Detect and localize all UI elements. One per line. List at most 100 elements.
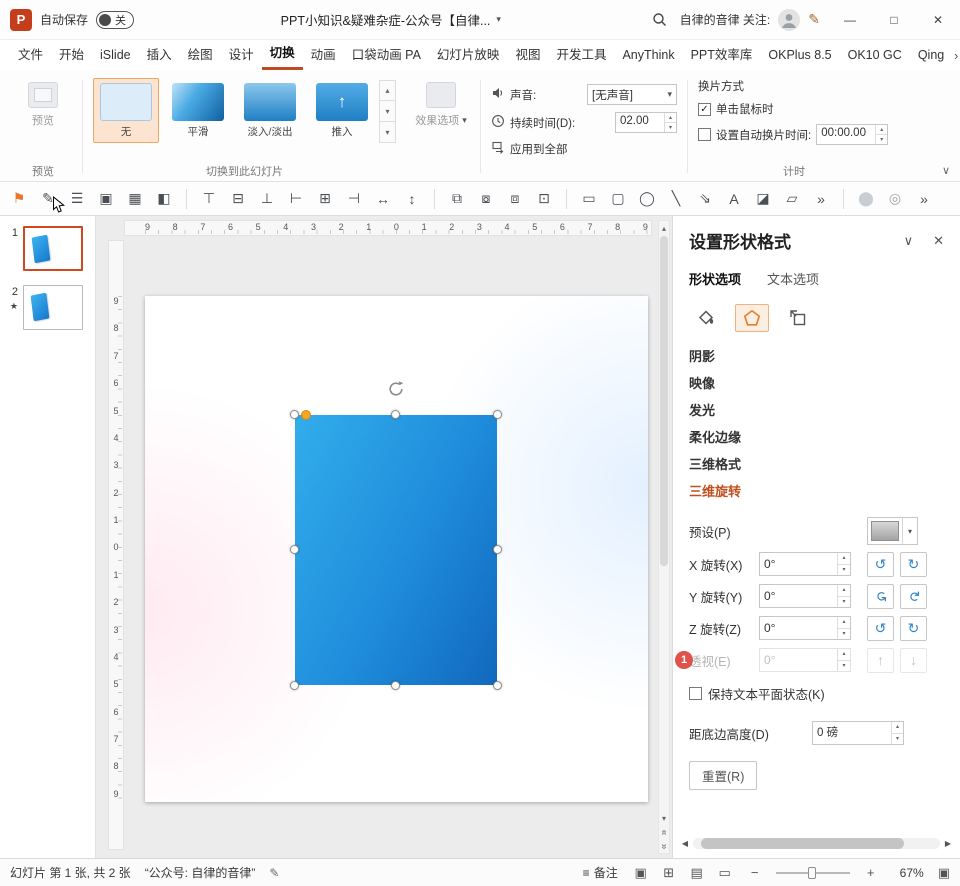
rotation-input-z[interactable]: 0° ▴ ▾ <box>759 616 851 640</box>
ribbon-tab-iSlide[interactable]: iSlide <box>92 40 139 70</box>
adjust-handle[interactable] <box>301 410 311 420</box>
zoom-out-button[interactable]: − <box>748 865 762 880</box>
panel-collapse-icon[interactable]: ∨ <box>904 233 914 249</box>
toolbar-align-left-icon[interactable]: ⊢ <box>285 187 307 211</box>
toolbar-shape-fill-icon[interactable]: ◪ <box>752 187 774 211</box>
panel-tab-文本选项[interactable]: 文本选项 <box>767 269 819 291</box>
spin-up-icon[interactable]: ▴ <box>838 553 850 565</box>
rotate-handle-icon[interactable] <box>386 379 406 399</box>
rotate-z-cw-icon[interactable]: ↻ <box>900 615 927 641</box>
rotation-input-y[interactable]: 0° ▴ ▾ <box>759 584 851 608</box>
ribbon-tab-AnyThink[interactable]: AnyThink <box>614 40 682 70</box>
spin-down-icon[interactable]: ▾ <box>892 734 903 745</box>
ribbon-tab-口袋动画 PA[interactable]: 口袋动画 PA <box>344 40 429 70</box>
resize-handle-bottom-middle[interactable] <box>391 681 400 690</box>
title-dropdown-icon[interactable]: ▾ <box>496 14 501 25</box>
effects-icon[interactable] <box>735 304 769 332</box>
resize-handle-middle-left[interactable] <box>290 545 299 554</box>
toolbar-more-styles-icon[interactable]: » <box>913 187 935 211</box>
spinner-arrows[interactable]: ▴ ▾ <box>891 722 903 744</box>
panel-section-映像[interactable]: 映像 <box>689 369 944 396</box>
ribbon-tab-切换[interactable]: 切换 <box>261 40 303 70</box>
spinner-arrows[interactable]: ▴ ▾ <box>837 585 850 607</box>
previous-slide-button[interactable]: « <box>659 825 670 839</box>
toolbar-shape-style-light-icon[interactable]: ⬤ <box>855 187 877 211</box>
keep-text-flat-label[interactable]: 保持文本平面状态(K) <box>708 684 825 703</box>
auto-advance-label[interactable]: 设置自动换片时间: <box>716 127 811 143</box>
slide-canvas[interactable] <box>145 296 648 802</box>
collapse-ribbon-icon[interactable]: ∨ <box>942 164 950 177</box>
account-text[interactable]: 自律的音律 关注: <box>680 11 771 28</box>
slide-thumbnail-2[interactable]: 2 ★ <box>6 285 89 330</box>
ribbon-tab-文件[interactable]: 文件 <box>10 40 51 70</box>
keep-text-flat-checkbox[interactable] <box>689 687 702 700</box>
toolbar-shape-style-ring-icon[interactable]: ◎ <box>884 187 906 211</box>
toolbar-placeholder-icon[interactable]: ▣ <box>95 187 117 211</box>
toolbar-shape-outline-icon[interactable]: ▱ <box>781 187 803 211</box>
search-icon[interactable] <box>648 8 672 32</box>
spin-up-icon[interactable]: ▴ <box>892 722 903 734</box>
slideshow-view-icon[interactable]: ▭ <box>716 865 734 881</box>
spin-down-icon[interactable]: ▾ <box>876 135 887 144</box>
gallery-scroll-down-icon[interactable]: ▾ <box>379 101 396 122</box>
toolbar-ellipse-icon[interactable]: ◯ <box>636 187 658 211</box>
preset-dropdown[interactable]: ▾ <box>867 517 918 545</box>
transition-option-none[interactable]: 无 <box>93 78 159 143</box>
resize-handle-middle-right[interactable] <box>493 545 502 554</box>
toolbar-rows-layout-icon[interactable]: ☰ <box>66 187 88 211</box>
sound-select[interactable]: [无声音] ▾ <box>587 84 677 105</box>
perspective-down-icon[interactable]: ↓ <box>900 647 927 673</box>
ribbon-tab-开发工具[interactable]: 开发工具 <box>548 40 614 70</box>
toolbar-line-icon[interactable]: ╲ <box>665 187 687 211</box>
spin-up-icon[interactable]: ▴ <box>665 113 676 123</box>
toolbar-bookmark-icon[interactable]: ⚑ <box>8 187 30 211</box>
spin-down-icon[interactable]: ▾ <box>838 565 850 576</box>
maximize-button[interactable]: □ <box>872 0 916 40</box>
ink-pen-icon[interactable]: ✎ <box>808 11 820 28</box>
powerpoint-logo-icon[interactable]: P <box>10 8 32 31</box>
spin-down-icon[interactable]: ▾ <box>838 629 850 640</box>
toolbar-rounded-rectangle-icon[interactable]: ▢ <box>607 187 629 211</box>
close-button[interactable]: ✕ <box>916 0 960 40</box>
spin-down-icon[interactable]: ▾ <box>838 661 850 672</box>
ribbon-tab-Qing[interactable]: Qing <box>910 40 952 70</box>
panel-section-柔化边缘[interactable]: 柔化边缘 <box>689 423 944 450</box>
resize-handle-top-right[interactable] <box>493 410 502 419</box>
rotation-input-perspective[interactable]: 0° ▴ ▾ <box>759 648 851 672</box>
zoom-in-button[interactable]: + <box>864 865 878 880</box>
zoom-slider[interactable] <box>775 866 850 880</box>
scroll-right-icon[interactable]: ▶ <box>942 839 954 848</box>
toolbar-ungroup-icon[interactable]: ⊡ <box>533 187 555 211</box>
resize-handle-top-middle[interactable] <box>391 410 400 419</box>
panel-close-icon[interactable]: ✕ <box>933 233 944 249</box>
rotate-x-right-icon[interactable]: ↻ <box>900 551 927 577</box>
toolbar-format-painter-icon[interactable]: ◧ <box>153 187 175 211</box>
duration-input[interactable]: 02.00 ▴ ▾ <box>615 112 677 133</box>
toolbar-bring-forward-icon[interactable]: ⧉ <box>446 187 468 211</box>
spin-down-icon[interactable]: ▾ <box>665 123 676 132</box>
ribbon-tab-设计[interactable]: 设计 <box>221 40 262 70</box>
scroll-left-icon[interactable]: ◀ <box>679 839 691 848</box>
ribbon-tab-PPT效率库[interactable]: PPT效率库 <box>683 40 761 70</box>
panel-section-三维旋转[interactable]: 三维旋转 <box>689 477 944 504</box>
ribbon-tab-绘图[interactable]: 绘图 <box>180 40 221 70</box>
more-tabs-chevron-icon[interactable]: › <box>952 40 960 70</box>
ribbon-tab-开始[interactable]: 开始 <box>51 40 92 70</box>
next-slide-button[interactable]: » <box>659 839 670 853</box>
gallery-scroll-up-icon[interactable]: ▴ <box>379 80 396 101</box>
autosave-toggle[interactable]: 关 <box>96 10 135 29</box>
slide-sorter-view-icon[interactable]: ⊞ <box>660 865 678 881</box>
auto-advance-time-input[interactable]: 00:00.00 ▴ ▾ <box>816 124 889 145</box>
spin-up-icon[interactable]: ▴ <box>838 585 850 597</box>
auto-advance-checkbox[interactable] <box>698 128 711 141</box>
rotation-input-x[interactable]: 0° ▴ ▾ <box>759 552 851 576</box>
panel-horizontal-scrollbar[interactable]: ◀ ▶ <box>679 837 954 850</box>
ribbon-tab-幻灯片放映[interactable]: 幻灯片放映 <box>429 40 508 70</box>
panel-section-发光[interactable]: 发光 <box>689 396 944 423</box>
panel-section-阴影[interactable]: 阴影 <box>689 342 944 369</box>
spinner-arrows[interactable]: ▴ ▾ <box>875 125 888 144</box>
spinner-arrows[interactable]: ▴ ▾ <box>837 649 850 671</box>
spin-up-icon[interactable]: ▴ <box>876 125 888 135</box>
toolbar-edit-shape-icon[interactable]: ✎ <box>37 187 59 211</box>
avatar[interactable] <box>778 8 801 31</box>
